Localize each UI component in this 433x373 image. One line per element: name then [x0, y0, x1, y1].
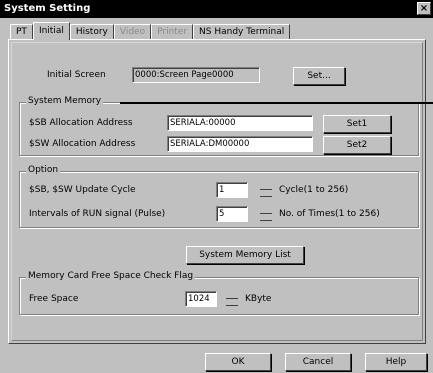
update-cycle-label: $SB, $SW Update Cycle: [29, 185, 136, 195]
sb-allocation-field[interactable]: SERIALA:00000: [167, 115, 313, 131]
free-space-label: Free Space: [29, 294, 79, 304]
free-space-field[interactable]: 1024: [185, 291, 217, 307]
run-signal-intervals-spinner[interactable]: [260, 207, 272, 221]
update-cycle-spinner[interactable]: [260, 183, 272, 197]
sb-allocation-label: $SB Allocation Address: [29, 118, 133, 128]
free-space-unit: KByte: [245, 294, 272, 304]
tab-printer: Printer: [151, 24, 194, 40]
close-button[interactable]: ×: [417, 2, 431, 15]
spinner-down-icon[interactable]: [260, 215, 272, 221]
tab-pt[interactable]: PT: [10, 24, 33, 40]
tab-history[interactable]: History: [69, 24, 114, 40]
spinner-up-icon[interactable]: [226, 293, 238, 299]
help-button[interactable]: Help: [365, 353, 427, 371]
initial-screen-field: 0000:Screen Page0000: [132, 67, 260, 83]
system-memory-list-button[interactable]: System Memory List: [186, 246, 304, 264]
sw-allocation-field[interactable]: SERIALA:DM00000: [167, 136, 313, 152]
tab-ns-handy-terminal[interactable]: NS Handy Terminal: [193, 24, 291, 40]
window-title: System Setting: [4, 3, 91, 14]
tab-strip: PT Initial History Video Printer NS Hand…: [10, 22, 291, 40]
initial-screen-label: Initial Screen: [47, 70, 106, 80]
sw-set-button[interactable]: Set2: [323, 136, 391, 154]
update-cycle-unit: Cycle(1 to 256): [279, 185, 349, 195]
title-bar: System Setting ×: [0, 0, 433, 18]
free-space-spinner[interactable]: [226, 292, 238, 306]
option-group-title: Option: [26, 165, 61, 175]
system-memory-divider-line: [120, 102, 433, 104]
tab-video: Video: [113, 24, 152, 40]
memory-card-group-title: Memory Card Free Space Check Flag: [26, 271, 196, 281]
tab-initial[interactable]: Initial: [32, 22, 70, 40]
initial-screen-set-button[interactable]: Set...: [293, 67, 345, 85]
system-setting-dialog: System Setting × PT Initial History Vide…: [0, 0, 433, 373]
spinner-down-icon[interactable]: [260, 191, 272, 197]
update-cycle-field[interactable]: 1: [216, 182, 248, 198]
spinner-up-icon[interactable]: [260, 184, 272, 190]
run-signal-intervals-unit: No. of Times(1 to 256): [279, 209, 380, 219]
cancel-button[interactable]: Cancel: [285, 353, 351, 371]
run-signal-intervals-label: Intervals of RUN signal (Pulse): [29, 209, 166, 219]
close-icon: ×: [419, 3, 429, 14]
spinner-up-icon[interactable]: [260, 208, 272, 214]
sb-set-button[interactable]: Set1: [323, 115, 391, 133]
memory-card-group: Memory Card Free Space Check Flag: [19, 271, 419, 315]
run-signal-intervals-field[interactable]: 5: [216, 206, 248, 222]
sw-allocation-label: $SW Allocation Address: [29, 139, 136, 149]
tab-panel-initial: Initial Screen 0000:Screen Page0000 Set.…: [8, 39, 433, 344]
ok-button[interactable]: OK: [205, 353, 271, 371]
spinner-down-icon[interactable]: [226, 300, 238, 306]
system-memory-group-title: System Memory: [26, 96, 104, 106]
